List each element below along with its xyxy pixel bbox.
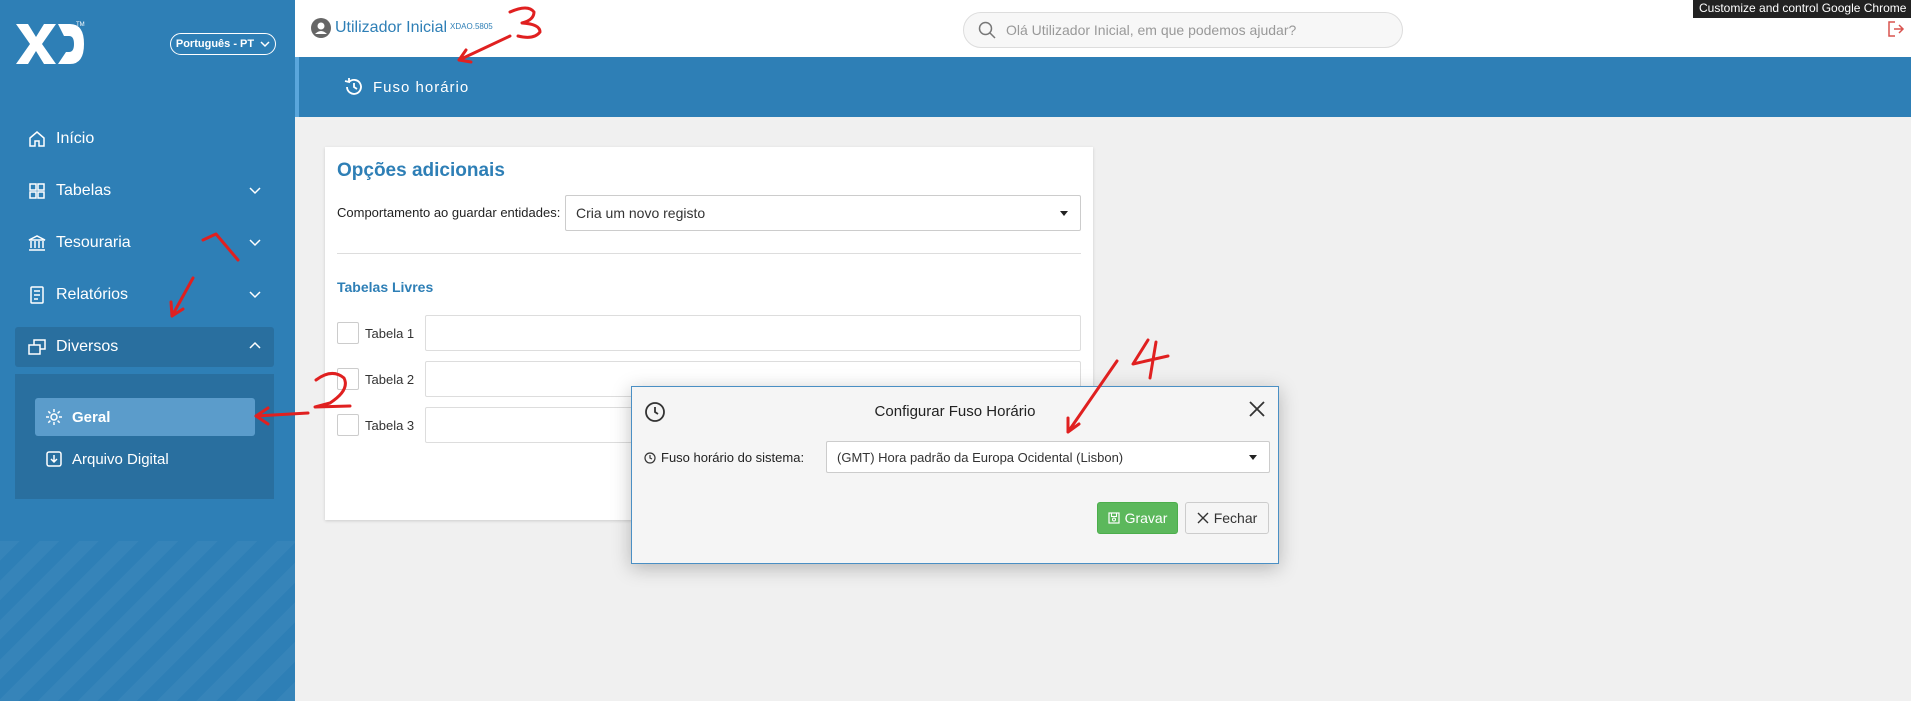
report-icon xyxy=(27,285,47,305)
save-button-label: Gravar xyxy=(1124,510,1168,526)
bank-icon xyxy=(27,233,47,253)
chevron-down-icon xyxy=(249,239,261,247)
sidebar-item-label: Relatórios xyxy=(56,286,129,303)
dialog-header: Configurar Fuso Horário xyxy=(632,387,1278,435)
save-behavior-select[interactable]: Cria um novo registo xyxy=(565,195,1081,231)
table-1-input[interactable] xyxy=(425,315,1081,351)
table-1-checkbox[interactable] xyxy=(337,322,359,344)
user-name: Utilizador Inicial xyxy=(335,19,448,36)
save-behavior-label: Comportamento ao guardar entidades: xyxy=(337,205,561,220)
page-title: Fuso horário xyxy=(373,78,470,96)
windows-icon xyxy=(27,337,47,357)
sidebar-item-diversos[interactable]: Diversos xyxy=(15,327,274,367)
chevron-down-icon xyxy=(249,187,261,195)
top-header: Utilizador Inicial XDAO.5805 Olá Utiliza… xyxy=(295,0,1911,57)
user-menu[interactable]: Utilizador Inicial XDAO.5805 xyxy=(311,18,493,38)
sidebar-item-label: Início xyxy=(56,130,95,147)
sidebar-item-label: Diversos xyxy=(56,338,119,355)
svg-text:TM: TM xyxy=(76,22,85,28)
search-icon xyxy=(978,21,996,39)
submenu-item-geral[interactable]: Geral xyxy=(35,398,255,436)
submenu-item-arquivo-digital[interactable]: Arquivo Digital xyxy=(35,440,255,478)
card-title: Opções adicionais xyxy=(337,160,505,181)
divider xyxy=(337,253,1081,254)
xd-logo[interactable]: TM xyxy=(14,20,86,68)
sidebar: TM Português - PT Início Tabelas Tesoura… xyxy=(0,0,295,701)
save-icon xyxy=(1107,512,1120,524)
user-code: XDAO.5805 xyxy=(450,21,493,31)
table-3-label: Tabela 3 xyxy=(365,418,415,433)
language-select[interactable]: Português - PT xyxy=(170,33,276,55)
history-icon xyxy=(344,78,362,95)
sidebar-item-tesouraria[interactable]: Tesouraria xyxy=(15,223,274,263)
annotation-digit-4 xyxy=(1131,338,1170,380)
search-bar[interactable]: Olá Utilizador Inicial, em que podemos a… xyxy=(963,12,1403,48)
gear-icon xyxy=(45,408,63,426)
diversos-submenu: Geral Arquivo Digital xyxy=(15,374,274,499)
dialog-title: Configurar Fuso Horário xyxy=(874,403,1036,420)
submenu-item-label: Geral xyxy=(72,408,111,426)
browser-tooltip: Customize and control Google Chrome xyxy=(1693,0,1911,18)
close-button[interactable]: Fechar xyxy=(1185,502,1269,534)
timezone-value: (GMT) Hora padrão da Europa Ocidental (L… xyxy=(837,449,1124,465)
table-2-checkbox[interactable] xyxy=(337,368,359,390)
submenu-item-label: Arquivo Digital xyxy=(72,450,169,468)
user-avatar-icon xyxy=(311,18,331,38)
close-icon xyxy=(1197,512,1209,524)
timezone-field-label: Fuso horário do sistema: xyxy=(644,450,804,465)
logout-icon[interactable] xyxy=(1887,20,1905,38)
page-header-band: Fuso horário xyxy=(295,57,1911,117)
grid-icon xyxy=(27,181,47,201)
table-3-checkbox[interactable] xyxy=(337,414,359,436)
sidebar-item-inicio[interactable]: Início xyxy=(15,119,274,159)
close-icon[interactable] xyxy=(1248,400,1266,418)
save-behavior-value: Cria um novo registo xyxy=(576,205,706,221)
sidebar-item-relatorios[interactable]: Relatórios xyxy=(15,275,274,315)
caret-down-icon xyxy=(1249,455,1257,460)
table-2-label: Tabela 2 xyxy=(365,372,415,387)
section-title: Tabelas Livres xyxy=(337,279,434,295)
timezone-select[interactable]: (GMT) Hora padrão da Europa Ocidental (L… xyxy=(826,441,1270,473)
sidebar-item-label: Tesouraria xyxy=(56,234,131,251)
sidebar-item-tabelas[interactable]: Tabelas xyxy=(15,171,274,211)
chevron-up-icon xyxy=(249,341,261,349)
close-button-label: Fechar xyxy=(1213,510,1258,526)
language-label: Português - PT xyxy=(175,38,255,50)
timezone-dialog: Configurar Fuso Horário Fuso horário do … xyxy=(631,386,1279,564)
chevron-down-icon xyxy=(260,41,270,48)
chevron-down-icon xyxy=(249,291,261,299)
save-button[interactable]: Gravar xyxy=(1097,502,1178,534)
search-input[interactable]: Olá Utilizador Inicial, em que podemos a… xyxy=(1006,22,1296,38)
archive-icon xyxy=(45,450,63,468)
sidebar-pattern xyxy=(0,541,295,701)
caret-down-icon xyxy=(1060,211,1068,216)
clock-small-icon xyxy=(644,451,656,464)
home-icon xyxy=(27,129,47,149)
timezone-label-text: Fuso horário do sistema: xyxy=(661,450,805,465)
sidebar-item-label: Tabelas xyxy=(56,182,112,199)
table-1-label: Tabela 1 xyxy=(365,326,415,341)
